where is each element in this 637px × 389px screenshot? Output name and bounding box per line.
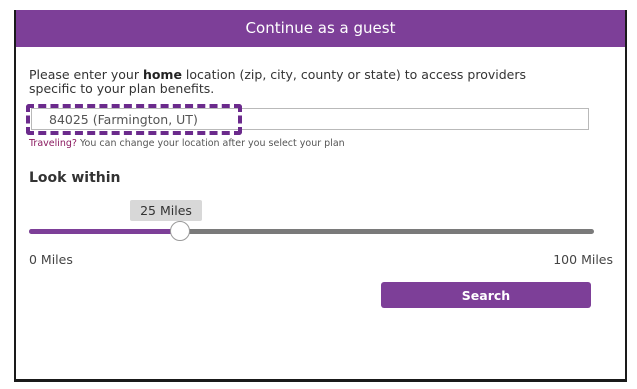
location-hint: Traveling? You can change your location …	[29, 138, 345, 149]
location-input[interactable]	[31, 108, 589, 130]
distance-slider-fill	[29, 229, 181, 234]
intro-text: Please enter your home location (zip, ci…	[29, 68, 549, 96]
distance-slider-track[interactable]	[29, 229, 594, 234]
hint-text: You can change your location after you s…	[76, 138, 345, 149]
intro-text-before: Please enter your	[29, 67, 143, 82]
guest-dialog: Continue as a guest	[14, 10, 627, 382]
intro-bold-home: home	[142, 67, 182, 82]
slider-max-label: 100 Miles	[553, 252, 613, 267]
dialog-header: Continue as a guest	[16, 10, 625, 47]
slider-min-label: 0 Miles	[29, 252, 73, 267]
traveling-label: Traveling?	[29, 138, 77, 149]
distance-value-bubble: 25 Miles	[130, 200, 202, 221]
look-within-heading: Look within	[29, 170, 121, 186]
search-button[interactable]: Search	[381, 282, 591, 308]
